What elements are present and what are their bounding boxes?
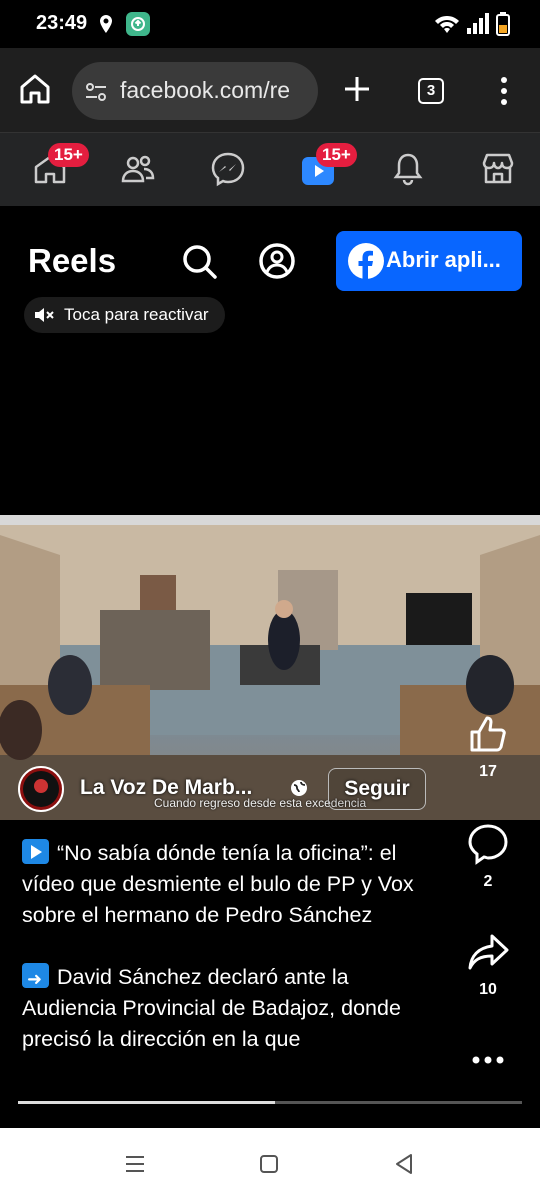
thumbs-up-icon <box>470 716 506 752</box>
more-menu-icon[interactable] <box>492 74 516 108</box>
facebook-logo-icon <box>348 243 384 279</box>
status-bar: 23:49 <box>0 0 540 48</box>
nav-messenger[interactable] <box>208 149 248 189</box>
location-icon <box>100 15 112 33</box>
search-icon[interactable] <box>180 242 218 280</box>
unmute-button[interactable]: Toca para reactivar <box>24 297 225 333</box>
page-title: Reels <box>28 242 117 279</box>
globe-icon <box>291 780 307 796</box>
unmute-label: Toca para reactivar <box>64 305 209 324</box>
comment-icon <box>468 824 508 865</box>
home-icon[interactable] <box>18 72 52 106</box>
marketplace-icon <box>482 153 514 184</box>
open-app-button[interactable]: Abrir apli... <box>336 231 522 291</box>
system-navigation-bar <box>0 1128 540 1200</box>
status-time: 23:49 <box>36 12 88 34</box>
site-settings-icon[interactable] <box>84 80 108 104</box>
home-nav-icon[interactable] <box>259 1154 279 1174</box>
wifi-icon <box>435 16 459 33</box>
share-count: 10 <box>479 981 497 998</box>
messenger-icon <box>211 152 245 187</box>
nav-video[interactable]: 15+ <box>298 143 357 189</box>
home-badge: 15+ <box>48 143 89 167</box>
more-horizontal-icon <box>472 1056 504 1064</box>
author-logo-icon <box>23 771 59 807</box>
open-app-label: Abrir apli... <box>386 247 501 272</box>
friends-icon <box>121 155 155 183</box>
like-action[interactable]: 17 <box>456 712 520 781</box>
author-row: La Voz De Marb... Seguir <box>18 766 458 812</box>
profile-icon[interactable] <box>258 242 296 280</box>
post-paragraph-1-text: “No sabía dónde tenía la oficina”: el ví… <box>22 841 414 927</box>
play-emoji-icon <box>22 839 49 864</box>
video-badge: 15+ <box>316 143 357 167</box>
share-icon <box>468 934 509 970</box>
video-progress-bar[interactable] <box>18 1101 522 1104</box>
address-bar[interactable]: facebook.com/re <box>72 62 318 120</box>
nav-notifications[interactable] <box>388 149 428 189</box>
video-progress-fill <box>18 1101 276 1104</box>
new-tab-icon[interactable] <box>340 72 374 106</box>
signal-icon <box>467 13 489 34</box>
facebook-nav: 15+ 15+ <box>0 132 540 206</box>
author-name[interactable]: La Voz De Marb... <box>80 776 252 800</box>
post-description[interactable]: “No sabía dónde tenía la oficina”: el ví… <box>22 838 432 1080</box>
share-action[interactable]: 10 <box>456 930 520 999</box>
url-text: facebook.com/re <box>120 77 291 103</box>
arrow-emoji-icon <box>22 963 49 995</box>
nav-marketplace[interactable] <box>478 149 518 189</box>
browser-toolbar: facebook.com/re 3 <box>0 48 540 132</box>
like-count: 17 <box>479 763 497 780</box>
app-notification-icon <box>126 12 150 36</box>
post-paragraph-1: “No sabía dónde tenía la oficina”: el ví… <box>22 838 432 931</box>
more-options[interactable] <box>456 1040 520 1089</box>
nav-friends[interactable] <box>118 149 158 189</box>
bell-icon <box>393 153 423 186</box>
status-icons <box>434 12 510 36</box>
tab-switcher-button[interactable]: 3 <box>418 78 444 104</box>
post-paragraph-2-text: David Sánchez declaró ante la Audiencia … <box>22 965 401 1051</box>
back-icon[interactable] <box>394 1153 414 1175</box>
nav-home[interactable]: 15+ <box>30 143 89 189</box>
comment-action[interactable]: 2 <box>456 822 520 891</box>
muted-speaker-icon <box>35 308 54 322</box>
author-avatar[interactable] <box>18 766 64 812</box>
follow-button[interactable]: Seguir <box>328 768 426 810</box>
comment-count: 2 <box>483 873 493 890</box>
post-paragraph-2: David Sánchez declaró ante la Audiencia … <box>22 962 432 1055</box>
recent-apps-icon[interactable] <box>124 1154 146 1174</box>
battery-icon <box>496 12 510 36</box>
